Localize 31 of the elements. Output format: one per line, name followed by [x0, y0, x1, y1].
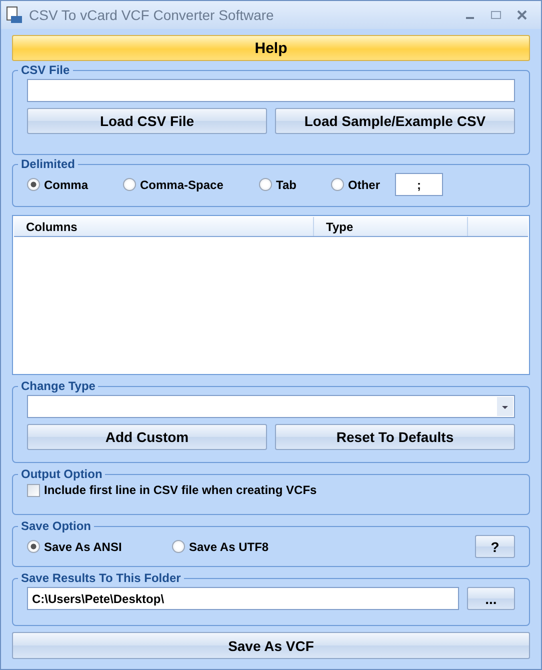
window-title: CSV To vCard VCF Converter Software — [29, 7, 275, 23]
delimiter-radio[interactable]: Comma-Space — [123, 178, 259, 192]
app-icon — [5, 6, 23, 24]
load-button[interactable]: Load Sample/Example CSV — [275, 108, 515, 134]
encoding-radio[interactable]: Save As UTF8 — [172, 540, 317, 554]
group-label: Change Type — [20, 379, 96, 393]
save-button[interactable]: Save As VCF — [12, 632, 530, 659]
folder-path-field[interactable]: C:\Users\Pete\Desktop\ — [27, 587, 459, 610]
include-first-line-checkbox[interactable]: Include first line in CSV file when creating VCFs — [27, 483, 515, 497]
group-label: Save Results To This Folder — [20, 571, 182, 585]
browse-button[interactable]: ... — [467, 587, 515, 610]
type-button[interactable]: Reset To Defaults — [275, 424, 515, 450]
caret-icon — [497, 397, 513, 416]
type-button[interactable]: Add Custom — [27, 424, 267, 450]
column-header[interactable]: Columns — [14, 217, 314, 236]
help-button[interactable]: Help — [12, 35, 530, 61]
group-label: Output Option — [20, 467, 104, 481]
other-delimiter-field[interactable]: ; — [395, 173, 443, 196]
delimiter-radio[interactable]: Other — [331, 178, 395, 192]
csv-file-field[interactable] — [27, 79, 515, 102]
group-label: Delimited — [20, 157, 76, 171]
group-label: CSV File — [20, 63, 71, 77]
delimiter-radio[interactable]: Tab — [259, 178, 331, 192]
delimiter-radio[interactable]: Comma — [27, 178, 123, 192]
encoding-radio[interactable]: Save As ANSI — [27, 540, 172, 554]
column-header[interactable]: Type — [314, 217, 468, 236]
type-dropdown[interactable] — [27, 395, 515, 418]
group-label: Save Option — [20, 519, 92, 533]
columns-list[interactable]: Columns Type — [12, 215, 530, 375]
load-button[interactable]: Load CSV File — [27, 108, 267, 134]
help-button[interactable]: ? — [475, 535, 515, 558]
